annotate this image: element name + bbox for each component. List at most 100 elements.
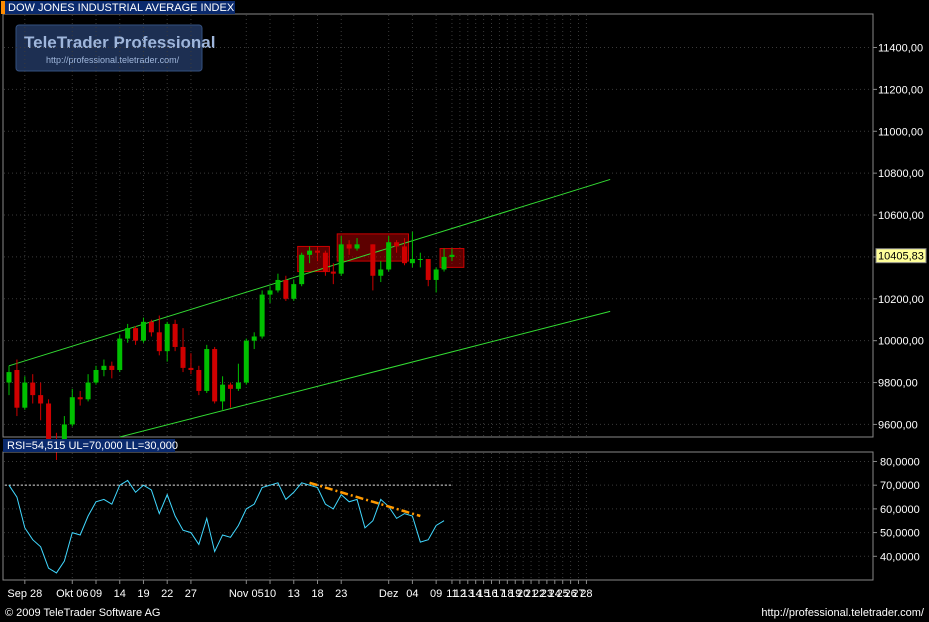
x-tick-label: 09 bbox=[90, 588, 102, 600]
candle-body bbox=[268, 290, 273, 294]
candle-body bbox=[449, 255, 454, 257]
candle bbox=[204, 345, 209, 393]
watermark-logo: TeleTrader Professional http://professio… bbox=[16, 25, 215, 71]
candle-body bbox=[30, 383, 35, 396]
candle-body bbox=[410, 259, 415, 263]
candle-body bbox=[22, 383, 27, 408]
candle-body bbox=[38, 395, 43, 403]
candle-body bbox=[236, 383, 241, 389]
footer-url: http://professional.teletrader.com/ bbox=[761, 607, 925, 619]
rsi-y-tick-label: 60,0000 bbox=[880, 504, 920, 516]
candle-body bbox=[355, 244, 360, 248]
candle-body bbox=[70, 397, 75, 424]
copyright-text: © 2009 TeleTrader Software AG bbox=[5, 607, 160, 619]
candle-body bbox=[204, 349, 209, 391]
candle-body bbox=[101, 366, 106, 370]
candle-body bbox=[434, 269, 439, 279]
price-y-tick-label: 10600,00 bbox=[878, 210, 924, 222]
candle-body bbox=[196, 370, 201, 391]
candle-body bbox=[283, 280, 288, 299]
candle-body bbox=[86, 383, 91, 400]
candle-body bbox=[315, 251, 320, 253]
candle-body bbox=[46, 403, 51, 443]
x-tick-label: Nov 05 bbox=[229, 588, 264, 600]
candle-body bbox=[109, 366, 114, 370]
x-tick-label: 18 bbox=[311, 588, 323, 600]
x-tick-label: Dez bbox=[379, 588, 399, 600]
watermark-url: http://professional.teletrader.com/ bbox=[46, 55, 180, 65]
candle-body bbox=[165, 324, 170, 351]
candle-body bbox=[117, 339, 122, 370]
chart-title: DOW JONES INDUSTRIAL AVERAGE INDEX bbox=[8, 2, 235, 14]
candle-body bbox=[14, 370, 19, 408]
candle-body bbox=[418, 259, 423, 260]
x-tick-label: 27 bbox=[185, 588, 197, 600]
candle-body bbox=[426, 259, 431, 280]
x-tick-label: 28 bbox=[580, 588, 592, 600]
x-tick-label: 10 bbox=[264, 588, 276, 600]
price-y-tick-label: 9800,00 bbox=[878, 378, 918, 390]
price-y-tick-label: 9600,00 bbox=[878, 419, 918, 431]
candle-body bbox=[188, 368, 193, 370]
candle-body bbox=[402, 246, 407, 263]
candle-body bbox=[141, 322, 146, 341]
candle-body bbox=[339, 244, 344, 273]
candle-body bbox=[347, 244, 352, 248]
x-tick-label: Sep 28 bbox=[7, 588, 42, 600]
rsi-y-tick-label: 80,0000 bbox=[880, 456, 920, 468]
candle bbox=[173, 320, 178, 351]
candle-body bbox=[173, 324, 178, 347]
candle-body bbox=[252, 336, 257, 340]
chart-background bbox=[0, 0, 929, 622]
candle-body bbox=[157, 332, 162, 351]
x-tick-label: 19 bbox=[137, 588, 149, 600]
candle-body bbox=[133, 328, 138, 341]
x-tick-label: 09 bbox=[430, 588, 442, 600]
candle-body bbox=[275, 280, 280, 290]
x-tick-label: 14 bbox=[114, 588, 126, 600]
candle bbox=[244, 339, 249, 385]
candle-body bbox=[260, 295, 265, 337]
rsi-y-tick-label: 70,0000 bbox=[880, 480, 920, 492]
x-tick-label: 13 bbox=[288, 588, 300, 600]
x-tick-label: 04 bbox=[406, 588, 418, 600]
candle-body bbox=[442, 257, 447, 270]
candle-body bbox=[291, 284, 296, 299]
candle-body bbox=[181, 347, 186, 368]
title-marker bbox=[1, 1, 5, 14]
candle-body bbox=[370, 244, 375, 275]
candle-body bbox=[149, 322, 154, 332]
candle-body bbox=[228, 385, 233, 389]
candle-body bbox=[94, 370, 99, 383]
candle bbox=[117, 334, 122, 372]
x-tick-label: Okt 06 bbox=[56, 588, 88, 600]
candle-body bbox=[394, 242, 399, 246]
candle-body bbox=[378, 269, 383, 275]
candle-body bbox=[299, 255, 304, 284]
candle-body bbox=[125, 328, 130, 338]
candle bbox=[212, 347, 217, 404]
price-y-tick-label: 10000,00 bbox=[878, 336, 924, 348]
price-y-tick-label: 11000,00 bbox=[878, 126, 923, 138]
price-y-tick-label: 11400,00 bbox=[878, 43, 923, 55]
price-y-tick-label: 10800,00 bbox=[878, 168, 924, 180]
rsi-y-tick-label: 50,0000 bbox=[880, 528, 920, 540]
rsi-y-tick-label: 40,0000 bbox=[880, 551, 920, 563]
candle bbox=[260, 290, 265, 338]
candle-body bbox=[307, 251, 312, 255]
chart-canvas: DOW JONES INDUSTRIAL AVERAGE INDEX TeleT… bbox=[0, 0, 929, 622]
candle-body bbox=[244, 341, 249, 383]
rsi-title: RSI=54,515 UL=70,000 LL=30,000 bbox=[7, 440, 178, 452]
price-y-tick-label: 11200,00 bbox=[878, 84, 923, 96]
candle-body bbox=[331, 272, 336, 274]
x-tick-label: 22 bbox=[161, 588, 173, 600]
candle-body bbox=[7, 372, 12, 382]
candle bbox=[299, 253, 304, 287]
candle bbox=[196, 366, 201, 395]
candle-body bbox=[220, 385, 225, 402]
candle-body bbox=[78, 397, 83, 399]
candle-body bbox=[212, 349, 217, 401]
x-tick-label: 23 bbox=[335, 588, 347, 600]
candle-body bbox=[386, 242, 391, 269]
last-price-label: 10405,83 bbox=[878, 251, 924, 263]
